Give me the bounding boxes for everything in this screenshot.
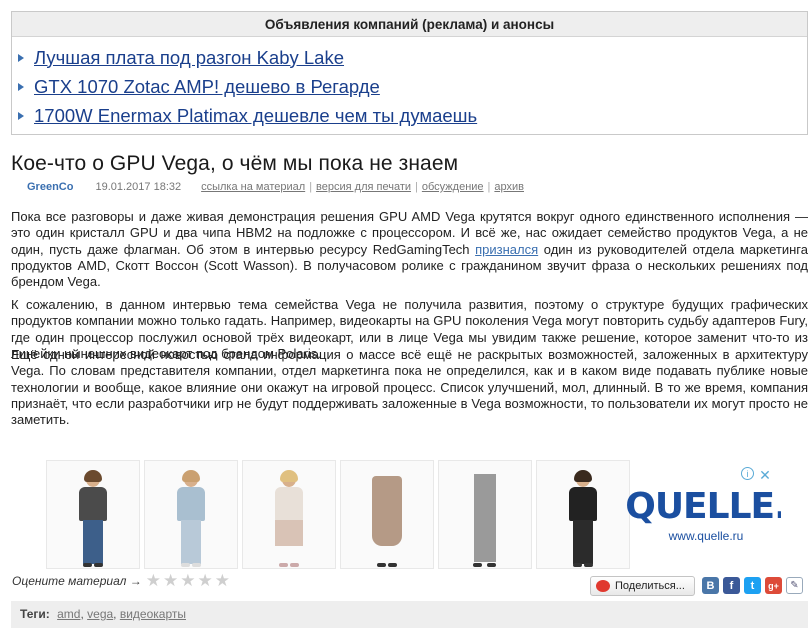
star-icon[interactable]: ★ [180, 572, 195, 589]
tag-link[interactable]: видеокарты [120, 607, 186, 621]
quelle-banner-ad[interactable]: QUELLE. www.quelle.ru [46, 460, 781, 569]
separator: | [487, 181, 491, 193]
ad-link[interactable]: Лучшая плата под разгон Kaby Lake [34, 47, 344, 69]
tags-bar: Теги: amd, vega, видеокарты [11, 601, 808, 628]
permalink-link[interactable]: ссылка на материал [201, 181, 305, 193]
ad-item: 1700W Enermax Platimax дешевле чем ты ду… [18, 101, 807, 130]
facebook-icon[interactable]: f [723, 577, 740, 594]
ads-box: Объявления компаний (реклама) и анонсы Л… [11, 11, 808, 135]
article-paragraph: Пока все разговоры и даже живая демонстр… [11, 209, 808, 290]
product-tile[interactable] [46, 460, 140, 569]
article-title: Кое-что о GPU Vega, о чём мы пока не зна… [11, 152, 459, 175]
tag-link[interactable]: amd [57, 607, 80, 621]
tags-label: Теги: [20, 607, 50, 621]
model-image [73, 468, 113, 568]
twitter-icon[interactable]: t [744, 577, 761, 594]
model-image [563, 468, 603, 568]
product-tile[interactable] [438, 460, 532, 569]
link-icon[interactable]: ✎ [786, 577, 803, 594]
author-link[interactable]: GreenCo [27, 181, 73, 193]
ad-info-icon[interactable]: i [741, 467, 754, 480]
ads-header: Объявления компаний (реклама) и анонсы [12, 12, 807, 37]
arrow-bullet-icon [18, 111, 24, 120]
arrow-bullet-icon [18, 82, 24, 91]
star-icon[interactable]: ★ [146, 572, 161, 589]
separator: | [415, 181, 418, 193]
star-icon[interactable]: ★ [163, 572, 178, 589]
tag-link[interactable]: vega [87, 607, 113, 621]
arrow-bullet-icon [18, 53, 24, 62]
product-tile[interactable] [340, 460, 434, 569]
ad-link[interactable]: GTX 1070 Zotac AMP! дешево в Регарде [34, 76, 380, 98]
google-plus-icon[interactable]: g+ [765, 577, 782, 594]
brand-url: www.quelle.ru [668, 529, 744, 543]
article-meta: GreenCo 19.01.2017 18:32 ссылка на матер… [27, 181, 524, 193]
share-button[interactable]: Поделиться... [590, 576, 695, 596]
separator: | [309, 181, 313, 193]
star-icon[interactable]: ★ [197, 572, 212, 589]
brand-name: QUELLE. [625, 486, 781, 527]
ad-item: GTX 1070 Zotac AMP! дешево в Регарде [18, 72, 807, 101]
ad-link[interactable]: 1700W Enermax Platimax дешевле чем ты ду… [34, 105, 477, 127]
star-icon[interactable]: ★ [215, 572, 230, 589]
print-version-link[interactable]: версия для печати [316, 181, 411, 193]
ad-item: Лучшая плата под разгон Kaby Lake [18, 43, 807, 72]
model-image [269, 468, 309, 568]
ad-controls: i ✕ [741, 467, 773, 483]
vk-icon[interactable]: В [702, 577, 719, 594]
skirt-image [367, 468, 407, 568]
source-link[interactable]: признался [475, 242, 538, 257]
discussion-link[interactable]: обсуждение [422, 181, 484, 193]
article-paragraph: Ещё одной интересной новостью стала инфо… [11, 347, 808, 428]
publish-date: 19.01.2017 18:32 [95, 181, 182, 193]
rating-label: Оцените материал → [12, 573, 142, 588]
share-icon [596, 580, 610, 592]
model-image [171, 468, 211, 568]
share-label: Поделиться... [615, 580, 685, 592]
rating-widget: Оцените материал → ★ ★ ★ ★ ★ [12, 572, 232, 589]
product-tile[interactable] [242, 460, 336, 569]
ads-list: Лучшая плата под разгон Kaby Lake GTX 10… [12, 37, 807, 130]
product-tile[interactable] [536, 460, 630, 569]
archive-link[interactable]: архив [494, 181, 524, 193]
close-icon[interactable]: ✕ [757, 467, 773, 483]
product-tile[interactable] [144, 460, 238, 569]
trousers-image [465, 468, 505, 568]
